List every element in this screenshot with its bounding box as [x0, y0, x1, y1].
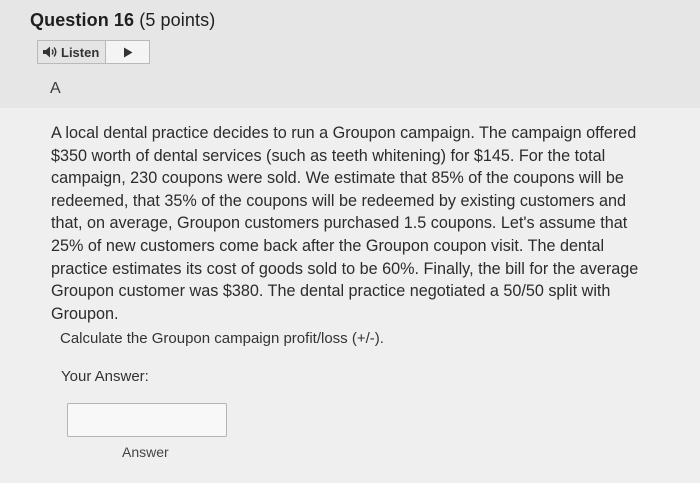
question-number: Question 16: [30, 10, 135, 30]
question-title: Question 16 (5 points): [30, 10, 215, 31]
question-points: (5 points): [139, 10, 216, 30]
section-letter: A: [50, 80, 61, 97]
answer-input[interactable]: [67, 403, 227, 437]
answer-label: Your Answer:: [61, 368, 149, 385]
answer-caption: Answer: [122, 444, 169, 460]
question-prompt: Calculate the Groupon campaign profit/lo…: [60, 330, 384, 347]
question-text: A local dental practice decides to run a…: [51, 124, 639, 323]
speaker-icon: [43, 46, 57, 58]
play-icon: [123, 47, 133, 57]
play-button[interactable]: [106, 41, 149, 63]
listen-label: Listen: [61, 44, 100, 60]
listen-button[interactable]: Listen: [38, 41, 107, 63]
listen-widget: Listen: [37, 40, 150, 64]
